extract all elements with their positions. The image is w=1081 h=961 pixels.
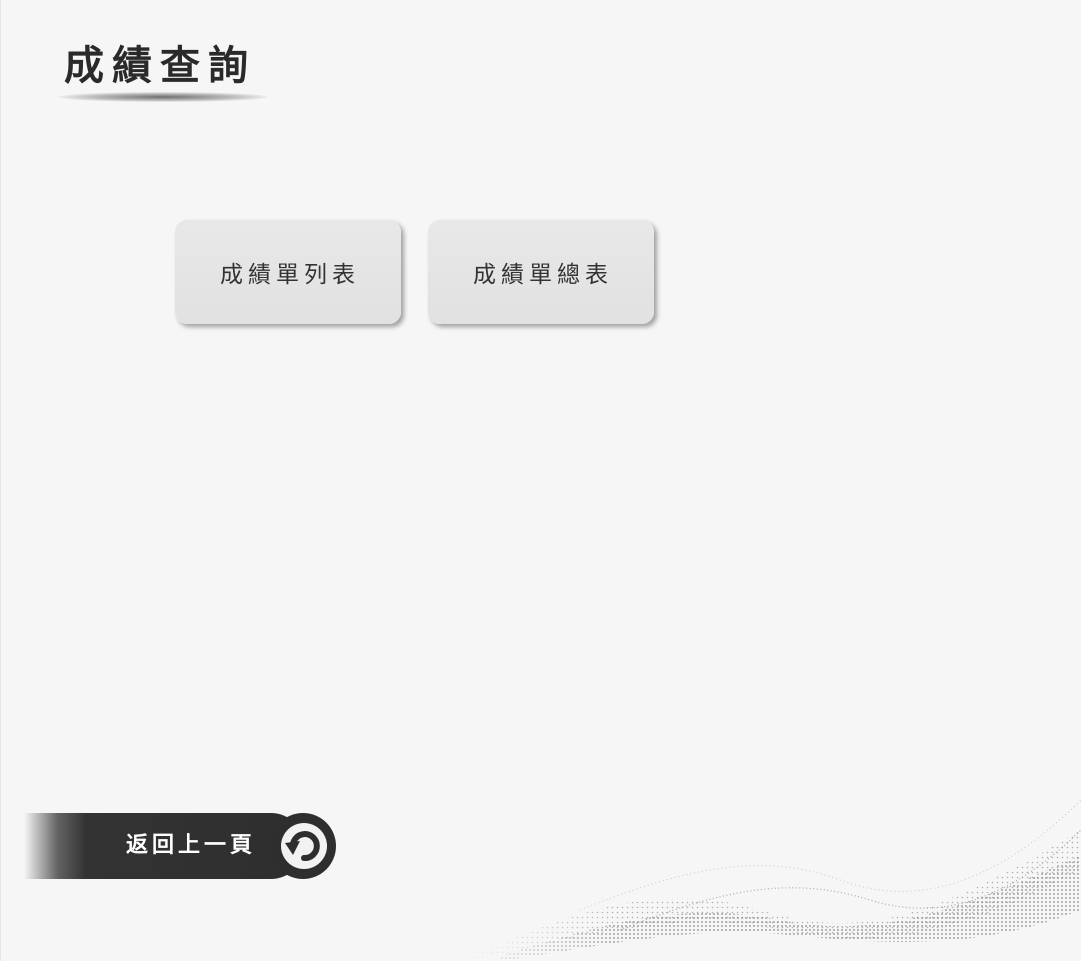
transcript-summary-button[interactable]: 成績單總表 — [428, 220, 654, 324]
page-title: 成績查詢 — [64, 43, 256, 89]
transcript-list-button[interactable]: 成績單列表 — [175, 220, 401, 324]
title-underline-shadow — [58, 92, 268, 102]
page-header: 成績查詢 — [58, 36, 268, 106]
transcript-summary-label: 成績單總表 — [473, 262, 613, 288]
undo-arrow-icon — [281, 823, 327, 869]
transcript-list-label: 成績單列表 — [220, 262, 360, 288]
back-button[interactable]: 返回上一頁 — [24, 813, 336, 879]
back-button-label: 返回上一頁 — [126, 833, 257, 858]
